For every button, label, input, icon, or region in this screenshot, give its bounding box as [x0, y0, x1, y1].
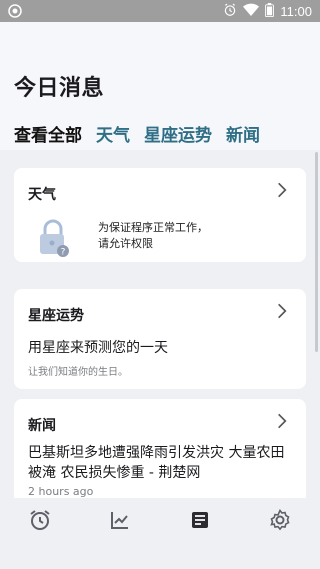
content-area: 天气 ? 为保证程序正常工作，请允许权限 星座运势 用星座来预测您的一天 让我们…: [0, 150, 320, 498]
astrology-headline: 用星座来预测您的一天: [28, 340, 168, 356]
news-card-title: 新闻: [28, 418, 56, 434]
alarm-icon: [223, 3, 237, 20]
astrology-card[interactable]: 星座运势 用星座来预测您的一天 让我们知道你的生日。: [14, 289, 306, 389]
tab-astrology[interactable]: 星座运势: [144, 121, 212, 146]
svg-text:?: ?: [61, 248, 66, 258]
tab-weather[interactable]: 天气: [96, 121, 130, 146]
notification-dot-icon: [8, 4, 22, 18]
news-time: 2 hours ago: [28, 485, 94, 498]
scrollbar[interactable]: [315, 152, 318, 352]
chevron-right-icon[interactable]: [272, 411, 292, 431]
news-card[interactable]: 新闻 巴基斯坦多地遭强降雨引发洪灾 大量农田被淹 农民损失惨重 - 荆楚网 2 …: [14, 399, 306, 498]
permission-message: 为保证程序正常工作，请允许权限: [98, 221, 208, 250]
tab-all[interactable]: 查看全部: [14, 121, 82, 146]
news-icon[interactable]: [188, 508, 212, 532]
battery-icon: [265, 2, 275, 20]
header: 今日消息 查看全部 天气 星座运势 新闻: [0, 22, 320, 150]
astrology-hint: 让我们知道你的生日。: [28, 367, 128, 378]
tab-news[interactable]: 新闻: [226, 121, 260, 146]
page-title: 今日消息: [14, 76, 105, 101]
tab-bar: 查看全部 天气 星座运势 新闻: [0, 116, 320, 150]
wifi-icon: [243, 3, 260, 20]
weather-card-title: 天气: [28, 187, 56, 203]
alarm-clock-icon[interactable]: [28, 508, 52, 532]
chevron-right-icon[interactable]: [272, 301, 292, 321]
news-headline[interactable]: 巴基斯坦多地遭强降雨引发洪灾 大量农田被淹 农民损失惨重 - 荆楚网: [28, 443, 298, 483]
chart-icon[interactable]: [108, 508, 132, 532]
status-time: 11:00: [280, 3, 312, 19]
bottom-nav: [0, 498, 320, 569]
weather-card[interactable]: 天气 ? 为保证程序正常工作，请允许权限: [14, 168, 306, 262]
chevron-right-icon[interactable]: [272, 180, 292, 200]
lock-icon: ?: [40, 219, 69, 258]
settings-icon[interactable]: [268, 508, 292, 532]
astrology-card-title: 星座运势: [28, 308, 84, 324]
status-bar: 11:00: [0, 0, 320, 22]
